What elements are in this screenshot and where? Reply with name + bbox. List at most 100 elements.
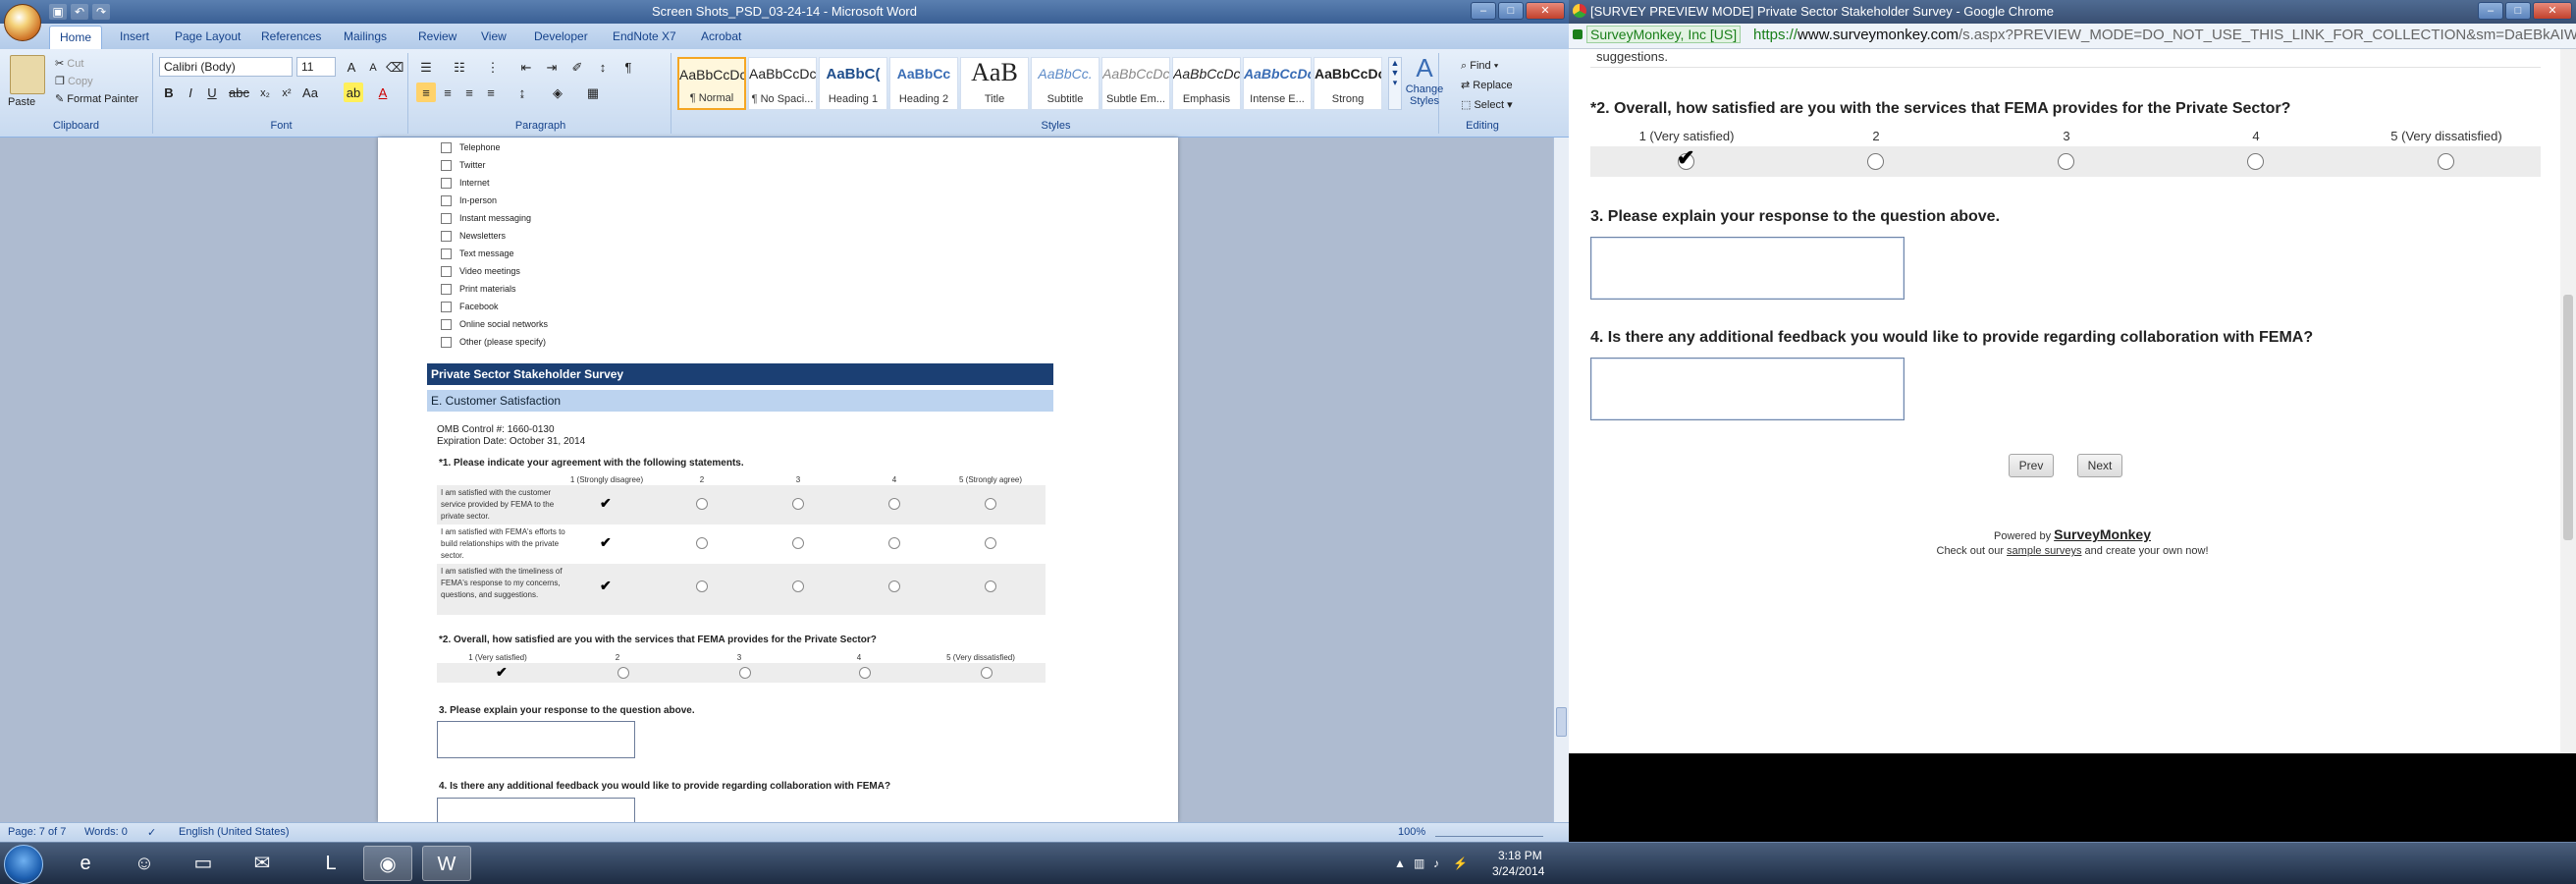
checkmark-icon[interactable]: ✔: [600, 535, 612, 549]
highlight-marker-icon[interactable]: ✐: [567, 57, 587, 77]
change-styles-button[interactable]: A Change Styles: [1404, 53, 1445, 122]
style-no-spacing[interactable]: AaBbCcDc ¶ No Spaci...: [748, 57, 817, 110]
underline-button[interactable]: U: [202, 83, 222, 102]
cut-button[interactable]: ✂ Cut: [55, 55, 83, 73]
tab-acrobat[interactable]: Acrobat: [691, 28, 751, 45]
folder-icon[interactable]: ▭: [179, 846, 228, 881]
shrink-font-button[interactable]: A: [363, 57, 383, 77]
tab-endnote[interactable]: EndNote X7: [603, 28, 686, 45]
superscript-button[interactable]: x²: [277, 83, 296, 102]
internet-explorer-icon[interactable]: e: [61, 846, 110, 881]
radio-button[interactable]: [739, 667, 751, 679]
checkbox-item[interactable]: Internet: [441, 177, 490, 193]
radio-button-3[interactable]: [2058, 153, 2074, 170]
users-icon[interactable]: ☺: [120, 846, 169, 881]
clock-time[interactable]: 3:18 PM: [1498, 849, 1542, 862]
tab-insert[interactable]: Insert: [110, 28, 159, 45]
radio-button[interactable]: [696, 580, 708, 592]
align-left-icon[interactable]: ≡: [416, 83, 436, 102]
checkbox-item[interactable]: Online social networks: [441, 318, 548, 334]
bold-button[interactable]: B: [159, 83, 179, 102]
word-taskbar-icon[interactable]: W: [422, 846, 471, 881]
format-painter-button[interactable]: ✎ Format Painter: [55, 90, 138, 108]
paste-icon[interactable]: [10, 55, 45, 94]
radio-button-2[interactable]: [1867, 153, 1884, 170]
checkbox[interactable]: [441, 178, 452, 190]
page-count[interactable]: Page: 7 of 7: [8, 826, 66, 838]
italic-button[interactable]: I: [181, 83, 200, 102]
shading-icon[interactable]: ◈: [548, 83, 567, 102]
tab-review[interactable]: Review: [408, 28, 466, 45]
next-button[interactable]: Next: [2077, 454, 2122, 477]
style-subtle-emphasis[interactable]: AaBbCcDc Subtle Em...: [1101, 57, 1170, 110]
vertical-scrollbar[interactable]: [1553, 138, 1569, 822]
save-icon[interactable]: ▣: [49, 4, 67, 20]
redo-icon[interactable]: ↷: [92, 4, 110, 20]
tab-references[interactable]: References: [251, 28, 331, 45]
radio-button[interactable]: [859, 667, 871, 679]
checkbox-item[interactable]: Twitter: [441, 159, 486, 175]
checkbox-item[interactable]: Facebook: [441, 301, 499, 316]
zoom-slider[interactable]: [1435, 827, 1543, 837]
select-button[interactable]: ⬚ Select ▾: [1461, 96, 1513, 114]
radio-button[interactable]: [696, 537, 708, 549]
feedback-textarea[interactable]: [1590, 358, 1905, 420]
checkbox-item[interactable]: Text message: [441, 248, 514, 263]
checkbox-item[interactable]: Newsletters: [441, 230, 506, 246]
minimize-button[interactable]: –: [1471, 2, 1496, 20]
font-size-combo[interactable]: 11: [296, 57, 336, 77]
word-count[interactable]: Words: 0: [84, 826, 128, 838]
checkbox[interactable]: [441, 231, 452, 243]
radio-button[interactable]: [888, 580, 900, 592]
style-heading-1[interactable]: AaBbC(Heading 1: [819, 57, 887, 110]
radio-button[interactable]: [985, 498, 996, 510]
checkbox[interactable]: [441, 160, 452, 172]
tab-home[interactable]: Home: [49, 26, 103, 49]
radio-button[interactable]: [792, 498, 804, 510]
chrome-scrollbar-thumb[interactable]: [2563, 295, 2573, 540]
checkmark-icon[interactable]: ✔: [496, 665, 508, 679]
start-button[interactable]: [4, 845, 43, 884]
change-case-button[interactable]: Aa: [300, 83, 320, 102]
tray-arrow-icon[interactable]: ▲: [1394, 856, 1406, 870]
checkbox[interactable]: [441, 195, 452, 207]
align-center-icon[interactable]: ≡: [438, 83, 457, 102]
radio-button[interactable]: [985, 580, 996, 592]
spelling-icon[interactable]: ✓: [147, 826, 156, 839]
font-name-combo[interactable]: Calibri (Body): [159, 57, 293, 77]
response-textarea[interactable]: [1590, 237, 1905, 300]
sort-icon[interactable]: ↕: [593, 57, 613, 77]
checkbox[interactable]: [441, 319, 452, 331]
increase-indent-icon[interactable]: ⇥: [542, 57, 562, 77]
address-bar[interactable]: SurveyMonkey, Inc [US] https://www.surve…: [1569, 24, 2576, 49]
checkbox[interactable]: [441, 266, 452, 278]
radio-button[interactable]: [792, 580, 804, 592]
line-spacing-icon[interactable]: ↨: [512, 83, 532, 102]
find-button[interactable]: ⌕ Find ▾: [1461, 57, 1498, 75]
style-intense-emphasis[interactable]: AaBbCcDc Intense E...: [1243, 57, 1312, 110]
checkbox-item[interactable]: Video meetings: [441, 265, 520, 281]
power-icon[interactable]: ⚡: [1453, 856, 1468, 870]
justify-icon[interactable]: ≡: [481, 83, 501, 102]
replace-button[interactable]: ⇄ Replace: [1461, 77, 1513, 94]
radio-button[interactable]: [981, 667, 993, 679]
chrome-close-button[interactable]: ✕: [2533, 2, 2572, 20]
checkbox-item[interactable]: In-person: [441, 194, 497, 210]
checkmark-icon[interactable]: ✔: [600, 579, 612, 592]
checkbox-item[interactable]: Telephone: [441, 141, 501, 157]
security-indicator[interactable]: SurveyMonkey, Inc [US]: [1573, 26, 1742, 43]
checkbox[interactable]: [441, 302, 452, 313]
checkbox[interactable]: [441, 142, 452, 154]
surveymonkey-link[interactable]: SurveyMonkey: [2054, 526, 2151, 542]
scrollbar-thumb[interactable]: [1556, 707, 1567, 737]
prev-button[interactable]: Prev: [2009, 454, 2054, 477]
show-formatting-icon[interactable]: ¶: [618, 57, 638, 77]
radio-button[interactable]: [792, 537, 804, 549]
style-strong[interactable]: AaBbCcDc Strong: [1314, 57, 1382, 110]
style-emphasis[interactable]: AaBbCcDc Emphasis: [1172, 57, 1241, 110]
lync-icon[interactable]: L: [306, 846, 355, 881]
highlight-button[interactable]: ab: [344, 83, 363, 102]
tab-developer[interactable]: Developer: [524, 28, 598, 45]
checkbox-item[interactable]: Print materials: [441, 283, 516, 299]
bullets-icon[interactable]: ☰: [416, 57, 436, 77]
